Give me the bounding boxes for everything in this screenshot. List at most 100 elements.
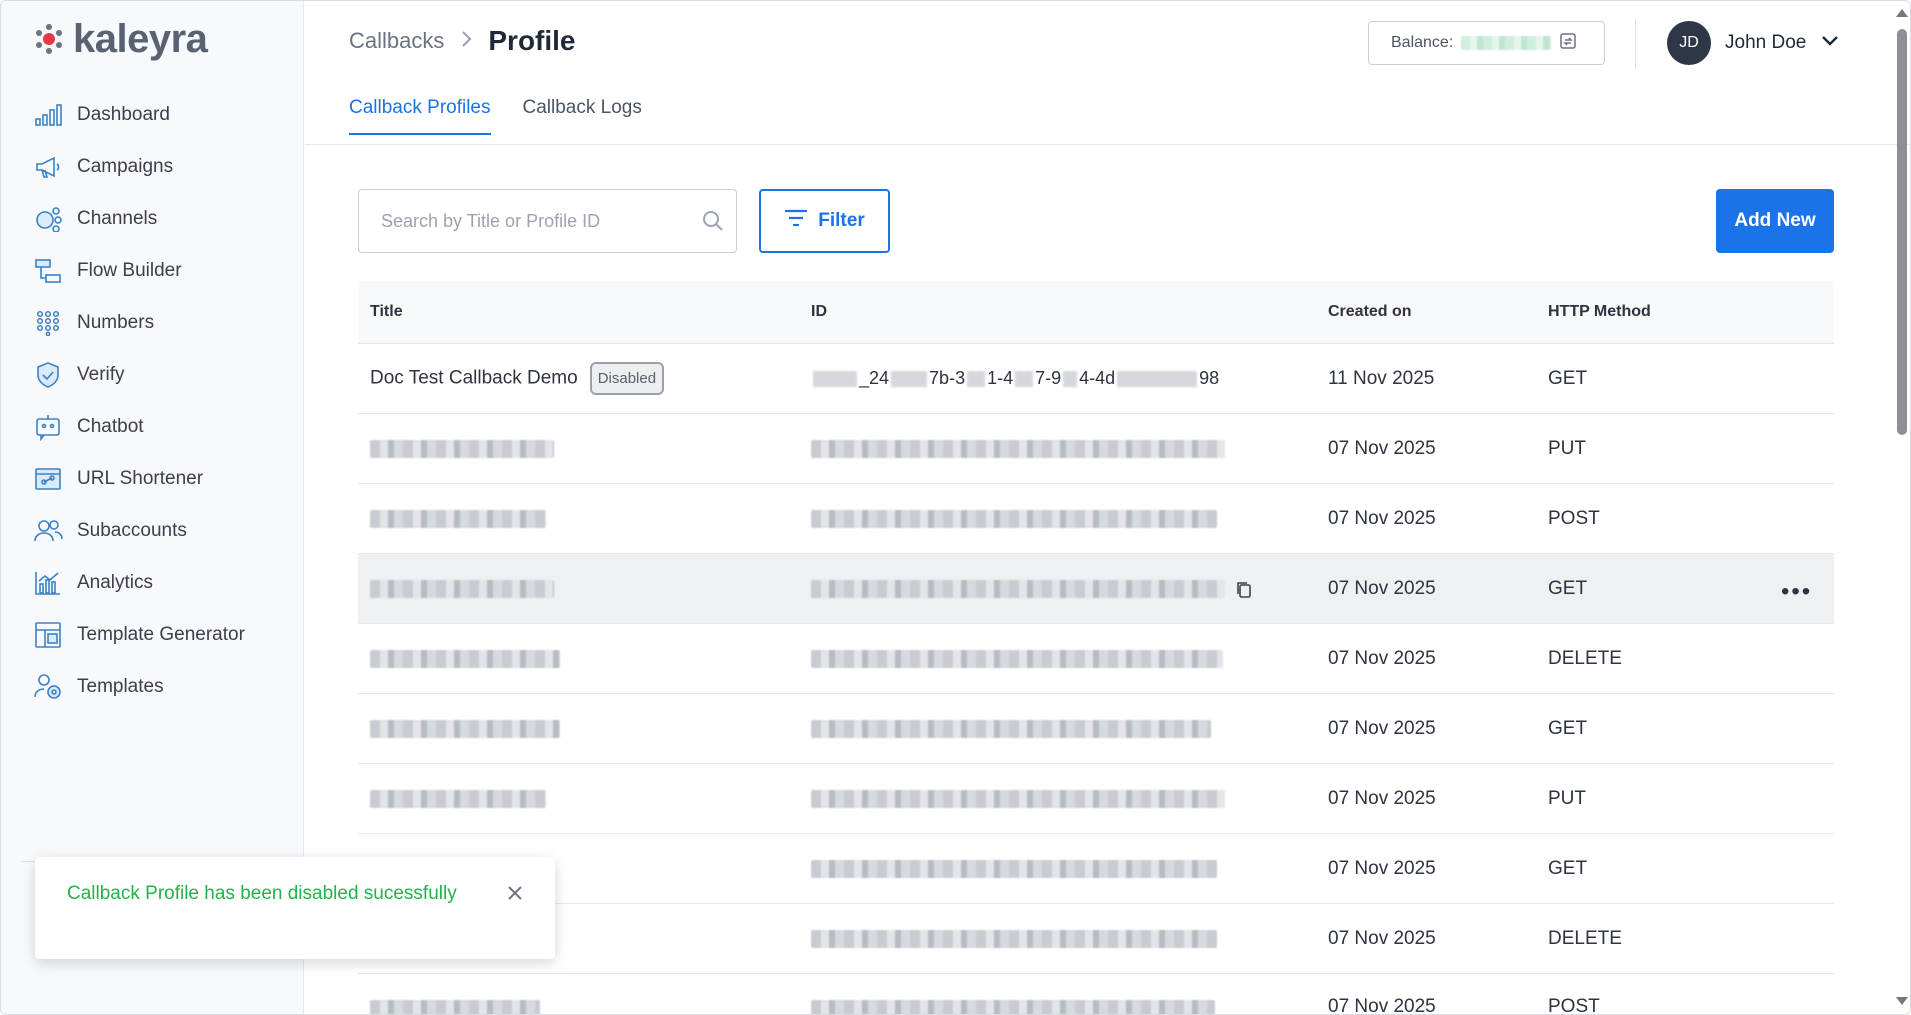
sidebar-item-flow-builder[interactable]: Flow Builder (1, 245, 303, 297)
sidebar-item-label: Templates (77, 676, 164, 697)
row-id-redacted (811, 789, 1225, 808)
sidebar-item-chatbot[interactable]: Chatbot (1, 401, 303, 453)
table-row[interactable]: 07 Nov 2025 GET ••• (358, 554, 1834, 624)
row-created-on: 07 Nov 2025 (1328, 507, 1436, 529)
row-title-redacted (370, 789, 546, 808)
search-icon[interactable] (702, 210, 724, 237)
sidebar-item-label: Template Generator (77, 624, 245, 645)
row-http-method: GET (1548, 577, 1588, 599)
search-input[interactable] (381, 210, 681, 232)
table-header: Title ID Created on HTTP Method (358, 281, 1834, 344)
table-row[interactable]: 07 Nov 2025 POST (358, 974, 1834, 1014)
breadcrumb-callbacks[interactable]: Callbacks (349, 28, 444, 54)
tab-callback-logs[interactable]: Callback Logs (523, 97, 642, 135)
id-redacted (813, 370, 857, 387)
flow-builder-icon (33, 256, 63, 286)
tab-callback-profiles[interactable]: Callback Profiles (349, 97, 491, 135)
row-created-on: 07 Nov 2025 (1328, 717, 1436, 739)
sidebar-item-label: Analytics (77, 572, 154, 593)
sidebar-item-label: Flow Builder (77, 260, 182, 281)
sidebar-item-dashboard[interactable]: Dashboard (1, 89, 303, 141)
id-part: 4-4d (1079, 368, 1116, 388)
sidebar-item-campaigns[interactable]: Campaigns (1, 141, 303, 193)
sidebar-item-channels[interactable]: Channels (1, 193, 303, 245)
column-header-title[interactable]: Title (370, 303, 403, 321)
sidebar-nav: Dashboard Campaigns Channels Flow Builde… (1, 89, 303, 713)
table-row[interactable]: 07 Nov 2025 GET (358, 834, 1834, 904)
row-created-on: 07 Nov 2025 (1328, 857, 1436, 879)
id-redacted (1063, 370, 1078, 387)
table-row[interactable]: 07 Nov 2025 PUT (358, 764, 1834, 834)
bar-chart-icon (33, 100, 63, 130)
sidebar-item-templates[interactable]: Templates (1, 661, 303, 713)
sidebar-item-numbers[interactable]: Numbers (1, 297, 303, 349)
row-id-redacted (811, 859, 1217, 878)
id-redacted (967, 370, 986, 387)
add-new-button[interactable]: Add New (1716, 189, 1834, 253)
row-created-on: 11 Nov 2025 (1328, 367, 1435, 389)
scroll-up-arrow-icon[interactable] (1896, 9, 1908, 17)
row-id-redacted (811, 719, 1211, 738)
table-row[interactable]: 07 Nov 2025 PUT (358, 414, 1834, 484)
row-created-on: 07 Nov 2025 (1328, 787, 1436, 809)
vertical-scrollbar[interactable] (1891, 1, 1910, 1014)
row-created-on: 07 Nov 2025 (1328, 996, 1436, 1014)
row-title-redacted (370, 509, 546, 528)
sidebar-item-template-generator[interactable]: Template Generator (1, 609, 303, 661)
close-icon[interactable] (507, 885, 523, 906)
id-part: 1-4 (987, 368, 1014, 388)
refresh-balance-icon[interactable] (1559, 32, 1577, 55)
user-menu[interactable]: JD John Doe (1667, 21, 1840, 65)
megaphone-icon (33, 152, 63, 182)
row-id-redacted (811, 509, 1217, 528)
page-title: Profile (488, 25, 576, 56)
copy-icon[interactable] (1235, 580, 1253, 605)
column-header-id[interactable]: ID (811, 303, 827, 321)
id-part: 7-9 (1035, 368, 1062, 388)
table-row[interactable]: 07 Nov 2025 GET (358, 694, 1834, 764)
templates-icon (33, 672, 63, 702)
toast-notification: Callback Profile has been disabled suces… (35, 857, 555, 959)
sidebar-item-subaccounts[interactable]: Subaccounts (1, 505, 303, 557)
balance-display[interactable]: Balance: (1368, 21, 1605, 65)
avatar: JD (1667, 21, 1711, 65)
table-row[interactable]: 07 Nov 2025 DELETE (358, 624, 1834, 694)
chevron-down-icon[interactable] (1820, 34, 1840, 53)
id-redacted (891, 370, 928, 387)
scroll-down-arrow-icon[interactable] (1896, 997, 1908, 1005)
sidebar-item-label: URL Shortener (77, 468, 204, 489)
table-row[interactable]: 07 Nov 2025 DELETE (358, 904, 1834, 974)
chevron-right-icon (460, 28, 472, 54)
breadcrumb: Callbacks Profile (349, 25, 576, 57)
link-icon (33, 464, 63, 494)
sidebar-item-url-shortener[interactable]: URL Shortener (1, 453, 303, 505)
sidebar-item-analytics[interactable]: Analytics (1, 557, 303, 609)
search-box[interactable] (358, 189, 737, 253)
row-id: _24 7b-3 1-4 7-9 4-4d 98 (811, 368, 1219, 389)
row-title-redacted (370, 719, 560, 738)
more-actions-icon[interactable]: ••• (1781, 578, 1812, 606)
id-part: 98 (1199, 368, 1220, 388)
row-id-redacted (811, 579, 1225, 598)
row-created-on: 07 Nov 2025 (1328, 647, 1436, 669)
row-http-method: GET (1548, 717, 1588, 739)
chatbot-icon (33, 412, 63, 442)
brand-logo[interactable]: kaleyra (33, 19, 208, 59)
sidebar-item-verify[interactable]: Verify (1, 349, 303, 401)
column-header-http-method[interactable]: HTTP Method (1548, 303, 1651, 321)
filter-button[interactable]: Filter (759, 189, 890, 253)
id-part: _24 (859, 368, 890, 388)
row-title: Doc Test Callback Demo Disabled (370, 362, 665, 395)
row-id-redacted (811, 649, 1223, 668)
filter-icon (784, 209, 808, 233)
row-http-method: PUT (1548, 787, 1586, 809)
app-window: kaleyra Dashboard Campaigns Channels Flo… (0, 0, 1911, 1015)
table-row[interactable]: Doc Test Callback Demo Disabled _24 7b-3 … (358, 344, 1834, 414)
column-header-created-on[interactable]: Created on (1328, 303, 1412, 321)
scroll-thumb[interactable] (1897, 29, 1907, 435)
row-title-redacted (370, 439, 554, 458)
row-id-redacted (811, 929, 1217, 948)
sidebar-item-label: Verify (77, 364, 125, 385)
status-badge: Disabled (589, 362, 665, 395)
table-row[interactable]: 07 Nov 2025 POST (358, 484, 1834, 554)
